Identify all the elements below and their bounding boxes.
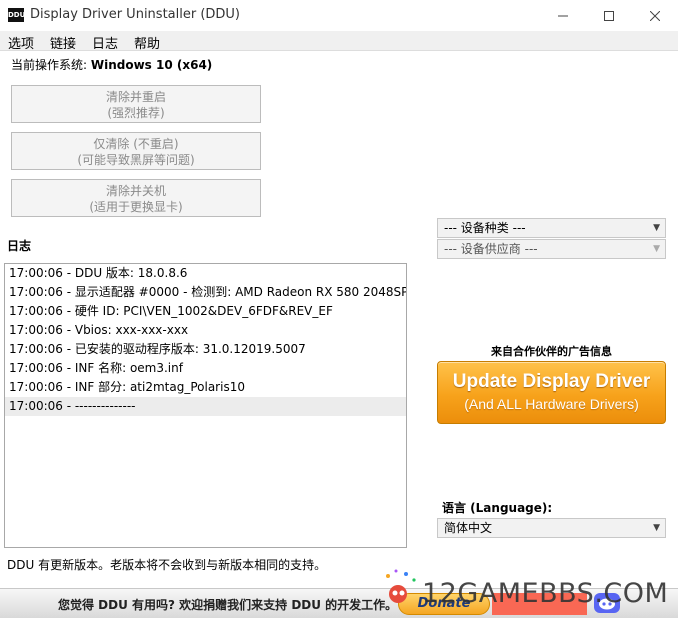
menu-help[interactable]: 帮助 — [134, 33, 160, 52]
log-entry[interactable]: 17:00:06 - 硬件 ID: PCI\VEN_1002&DEV_6FDF&… — [5, 302, 406, 321]
os-label: 当前操作系统: — [11, 58, 91, 72]
close-button[interactable] — [632, 0, 678, 31]
minimize-icon — [558, 15, 568, 16]
app-logo-icon: DDU — [8, 8, 25, 22]
chevron-down-icon: ▼ — [653, 223, 660, 233]
minimize-button[interactable] — [540, 0, 586, 31]
log-entry[interactable]: 17:00:06 - INF 部分: ati2mtag_Polaris10 — [5, 378, 406, 397]
log-list[interactable]: 17:00:06 - DDU 版本: 18.0.8.6 17:00:06 - 显… — [4, 263, 407, 548]
menu-bar: 选项 链接 日志 帮助 — [0, 31, 678, 52]
clean-only-label: 仅清除 (不重启) — [93, 137, 179, 151]
clean-only-sublabel: (可能导致黑屏等问题) — [77, 153, 195, 167]
watermark-text: 12GAMEBBS.COM — [422, 578, 669, 609]
clean-restart-sublabel: (强烈推荐) — [107, 106, 165, 120]
menu-links[interactable]: 链接 — [50, 33, 76, 52]
clean-only-button[interactable]: 仅清除 (不重启) (可能导致黑屏等问题) — [11, 132, 261, 170]
log-entry[interactable]: 17:00:06 - Vbios: xxx-xxx-xxx — [5, 321, 406, 340]
ad-subtitle: (And ALL Hardware Drivers) — [464, 396, 639, 412]
device-vendor-value: --- 设备供应商 --- — [444, 242, 538, 256]
maximize-button[interactable] — [586, 0, 632, 31]
ad-title: Update Display Driver — [452, 371, 651, 392]
menu-log[interactable]: 日志 — [92, 33, 118, 52]
clean-shutdown-sublabel: (适用于更换显卡) — [89, 200, 183, 214]
language-value: 简体中文 — [444, 521, 493, 535]
donate-text: 您觉得 DDU 有用吗? 欢迎捐赠我们来支持 DDU 的开发工作。 — [58, 598, 398, 612]
clean-restart-button[interactable]: 清除并重启 (强烈推荐) — [11, 85, 261, 123]
update-driver-ad-button[interactable]: Update Display Driver (And ALL Hardware … — [437, 361, 666, 424]
clean-shutdown-button[interactable]: 清除并关机 (适用于更换显卡) — [11, 179, 261, 217]
close-icon — [650, 10, 660, 21]
clean-shutdown-label: 清除并关机 — [105, 184, 166, 198]
ad-caption: 来自合作伙伴的广告信息 — [491, 345, 612, 358]
window-title: Display Driver Uninstaller (DDU) — [30, 7, 241, 22]
log-entry[interactable]: 17:00:06 - 显示适配器 #0000 - 检测到: AMD Radeon… — [5, 283, 406, 302]
device-type-select[interactable]: --- 设备种类 --- ▼ — [437, 218, 666, 238]
device-type-value: --- 设备种类 --- — [444, 221, 526, 235]
menu-options[interactable]: 选项 — [8, 33, 34, 52]
log-entry[interactable]: 17:00:06 - INF 名称: oem3.inf — [5, 359, 406, 378]
maximize-icon — [604, 10, 614, 21]
title-bar: DDU Display Driver Uninstaller (DDU) — [0, 0, 678, 31]
os-value: Windows 10 (x64) — [90, 58, 213, 72]
log-entry[interactable]: 17:00:06 - -------------- — [5, 397, 406, 416]
update-status: DDU 有更新版本。老版本将不会收到与新版本相同的支持。 — [7, 558, 327, 572]
chevron-down-icon: ▼ — [653, 523, 660, 533]
device-vendor-select[interactable]: --- 设备供应商 --- ▼ — [437, 239, 666, 259]
current-os: 当前操作系统: Windows 10 (x64) — [11, 56, 212, 73]
log-entry[interactable]: 17:00:06 - 已安装的驱动程序版本: 31.0.12019.5007 — [5, 340, 406, 359]
log-title: 日志 — [7, 239, 32, 253]
language-select[interactable]: 简体中文 ▼ — [437, 518, 666, 538]
clean-restart-label: 清除并重启 — [105, 90, 166, 104]
language-label: 语言 (Language): — [442, 501, 553, 515]
chevron-down-icon: ▼ — [653, 244, 660, 254]
watermark-logo-icon — [386, 569, 416, 603]
log-entry[interactable]: 17:00:06 - DDU 版本: 18.0.8.6 — [5, 264, 406, 283]
